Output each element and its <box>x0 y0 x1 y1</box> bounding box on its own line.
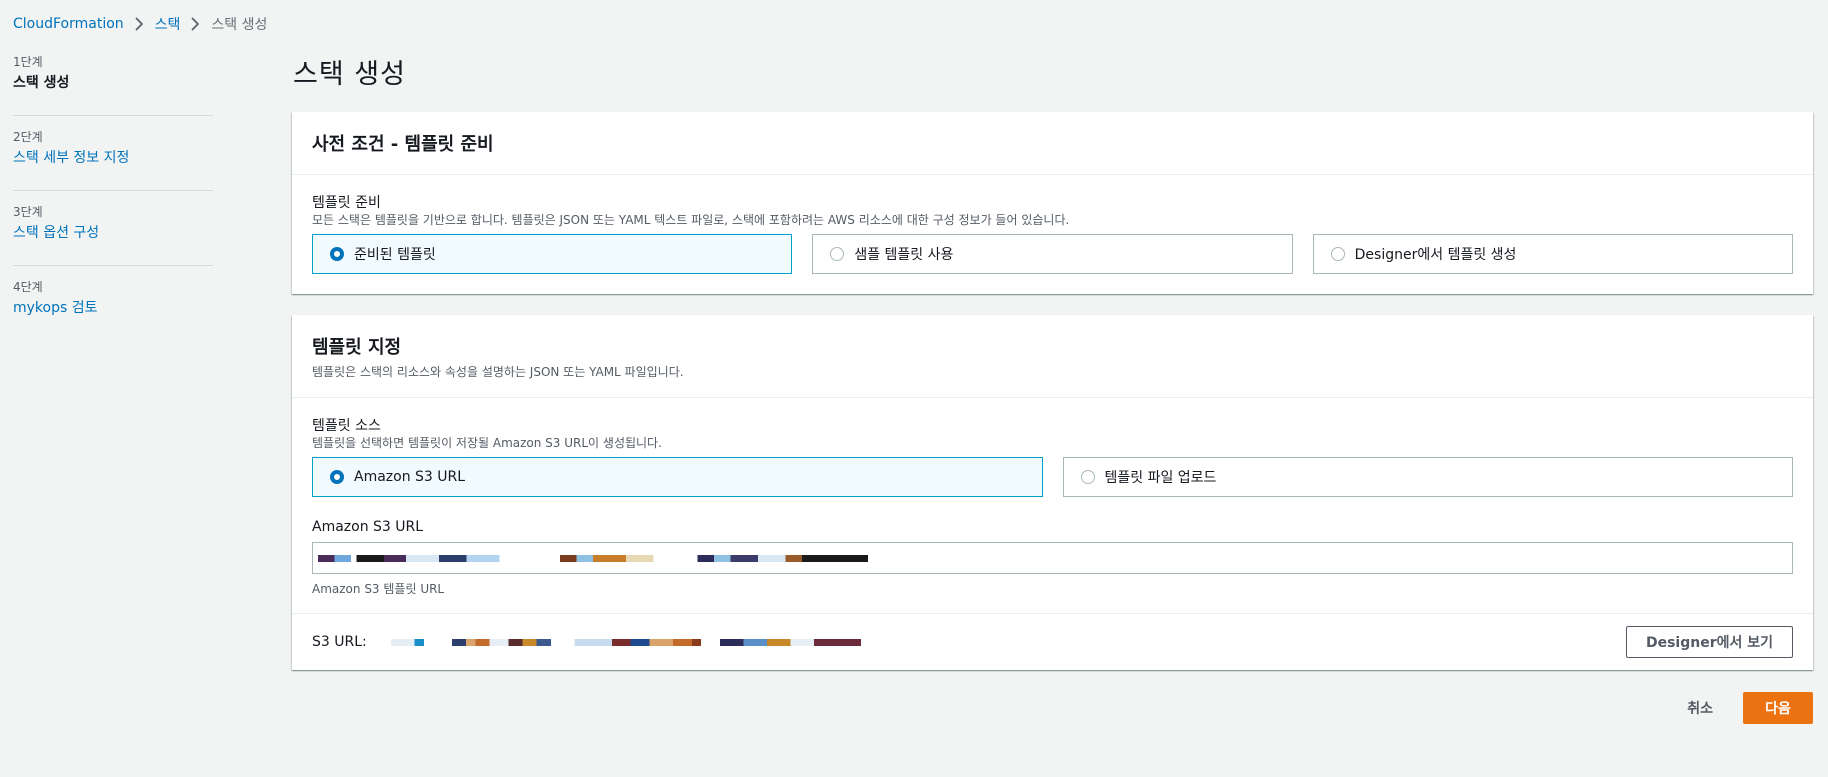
page-title: 스택 생성 <box>293 59 406 90</box>
option-label: 샘플 템플릿 사용 <box>854 247 954 263</box>
field-label: Amazon S3 URL <box>312 519 424 535</box>
breadcrumb-stacks[interactable]: 스택 <box>155 14 181 34</box>
breadcrumb-current: 스택 생성 <box>211 17 268 33</box>
view-in-designer-button[interactable]: Designer에서 보기 <box>1625 626 1793 658</box>
step-label[interactable]: mykops 검토 <box>13 297 213 319</box>
panel-title: 템플릿 지정 <box>312 337 402 358</box>
field-hint: Amazon S3 템플릿 URL <box>312 582 445 596</box>
option-label: Designer에서 템플릿 생성 <box>1354 247 1517 263</box>
next-button[interactable]: 다음 <box>1743 692 1813 724</box>
specify-template-panel: 템플릿 지정 템플릿은 스택의 리소스와 속성을 설명하는 JSON 또는 YA… <box>292 315 1813 670</box>
step-number: 3단계 <box>13 205 43 219</box>
option-template-ready[interactable]: 준비된 템플릿 <box>312 234 793 274</box>
option-upload-template-file[interactable]: 템플릿 파일 업로드 <box>1062 457 1793 497</box>
prerequisite-panel: 사전 조건 - 템플릿 준비 템플릿 준비 모든 스택은 템플릿을 기반으로 합… <box>292 112 1813 294</box>
redacted-url-text <box>390 639 861 646</box>
template-prep-field: 템플릿 준비 모든 스택은 템플릿을 기반으로 합니다. 템플릿은 JSON 또… <box>312 194 1793 274</box>
option-create-in-designer[interactable]: Designer에서 템플릿 생성 <box>1312 234 1793 274</box>
field-description: 모든 스택은 템플릿을 기반으로 합니다. 템플릿은 JSON 또는 YAML … <box>312 213 1070 227</box>
step-label[interactable]: 스택 옵션 구성 <box>13 222 213 244</box>
panel-header: 템플릿 지정 템플릿은 스택의 리소스와 속성을 설명하는 JSON 또는 YA… <box>292 315 1813 398</box>
radio-icon[interactable] <box>830 247 845 261</box>
template-prep-options: 준비된 템플릿 샘플 템플릿 사용 Designer에서 템플릿 생성 <box>312 234 1793 274</box>
field-label: 템플릿 소스 <box>312 418 381 434</box>
template-source-field: 템플릿 소스 템플릿을 선택하면 템플릿이 저장될 Amazon S3 URL이… <box>312 417 1793 497</box>
panel-description: 템플릿은 스택의 리소스와 속성을 설명하는 JSON 또는 YAML 파일입니… <box>312 365 684 379</box>
footer-actions: 취소 다음 <box>1687 692 1813 724</box>
option-label: Amazon S3 URL <box>354 469 466 485</box>
s3-url-row: S3 URL: Designer에서 보기 <box>292 613 1813 670</box>
radio-icon[interactable] <box>1080 470 1095 484</box>
step-4: 4단계 mykops 검토 <box>13 279 213 341</box>
step-number: 2단계 <box>13 130 43 144</box>
step-1: 1단계 스택 생성 <box>13 54 213 116</box>
breadcrumb-cloudformation[interactable]: CloudFormation <box>13 16 124 32</box>
cancel-button[interactable]: 취소 <box>1687 698 1713 718</box>
step-label[interactable]: 스택 세부 정보 지정 <box>13 147 213 169</box>
template-source-options: Amazon S3 URL 템플릿 파일 업로드 <box>312 457 1793 497</box>
step-3: 3단계 스택 옵션 구성 <box>13 204 213 266</box>
radio-icon[interactable] <box>1330 247 1345 261</box>
option-use-sample[interactable]: 샘플 템플릿 사용 <box>812 234 1293 274</box>
s3-url-field: Amazon S3 URL Amazon S3 템플릿 URL <box>312 518 1793 597</box>
step-number: 1단계 <box>13 55 43 69</box>
s3-url-label: S3 URL: <box>312 634 367 650</box>
field-label: 템플릿 준비 <box>312 195 381 211</box>
wizard-steps: 1단계 스택 생성 2단계 스택 세부 정보 지정 3단계 스택 옵션 구성 4… <box>13 54 213 354</box>
radio-selected-icon[interactable] <box>330 247 344 261</box>
option-label: 준비된 템플릿 <box>354 247 436 263</box>
step-label: 스택 생성 <box>13 75 70 91</box>
chevron-right-icon <box>135 17 144 31</box>
step-number: 4단계 <box>13 280 43 294</box>
panel-header: 사전 조건 - 템플릿 준비 <box>292 112 1813 175</box>
radio-selected-icon[interactable] <box>330 470 344 484</box>
field-description: 템플릿을 선택하면 템플릿이 저장될 Amazon S3 URL이 생성됩니다. <box>312 436 662 450</box>
step-2: 2단계 스택 세부 정보 지정 <box>13 129 213 191</box>
breadcrumb: CloudFormation 스택 스택 생성 <box>13 14 267 34</box>
redacted-url-text <box>318 555 868 562</box>
option-amazon-s3-url[interactable]: Amazon S3 URL <box>312 457 1043 497</box>
s3-url-input[interactable] <box>312 542 1793 574</box>
option-label: 템플릿 파일 업로드 <box>1104 470 1217 486</box>
s3-url-value <box>377 635 1626 649</box>
chevron-right-icon <box>191 17 200 31</box>
panel-title: 사전 조건 - 템플릿 준비 <box>312 134 494 155</box>
